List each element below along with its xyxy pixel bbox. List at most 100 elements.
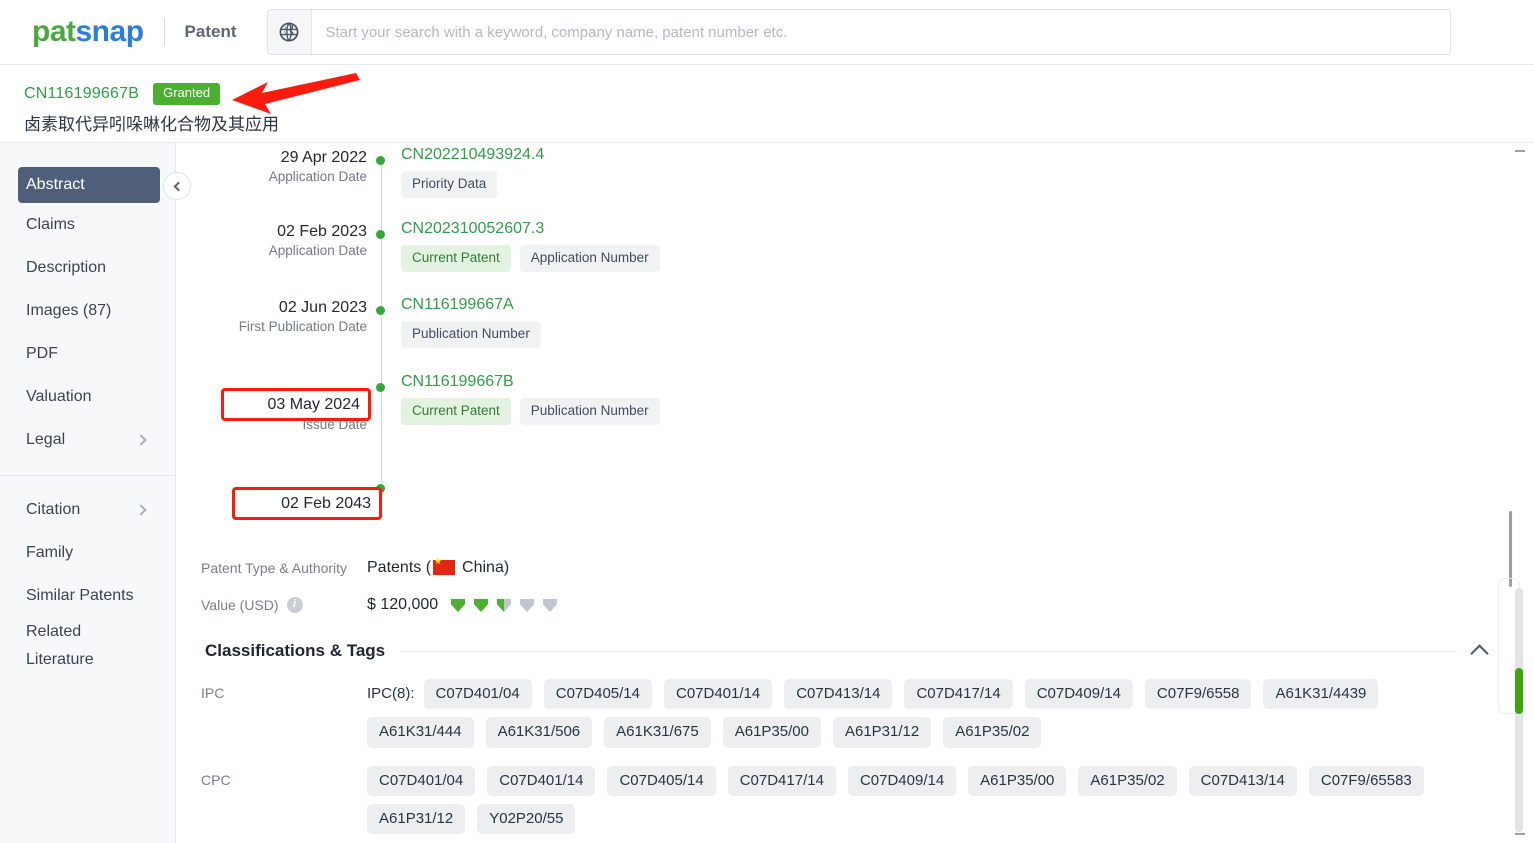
- ipc-tag[interactable]: A61P35/00: [722, 717, 821, 748]
- ipc-tag[interactable]: A61K31/444: [367, 717, 474, 748]
- sidebar-item-label: Description: [26, 258, 107, 276]
- cpc-row: CPC C07D401/04 C07D401/14 C07D405/14 C07…: [177, 765, 1534, 834]
- scroll-down-tick: [1515, 833, 1525, 835]
- cpc-tag[interactable]: C07D417/14: [727, 765, 836, 796]
- timeline-date: 02 Jun 2023: [278, 299, 367, 316]
- cpc-tag[interactable]: A61P31/12: [367, 803, 466, 834]
- patent-id-row: CN116199667B Granted: [24, 83, 221, 105]
- sidebar-item-label: Valuation: [26, 387, 92, 405]
- cpc-tag-list: C07D401/04 C07D401/14 C07D405/14 C07D417…: [367, 765, 1534, 834]
- section-divider: [401, 650, 1457, 652]
- sidebar-item-label: PDF: [26, 344, 58, 362]
- left-sidebar: Abstract Claims Description Images (87) …: [0, 143, 191, 843]
- timeline-date-block: 02 Feb 2023 Application Date: [177, 223, 367, 262]
- patent-type-prefix: Patents (: [367, 558, 432, 576]
- sidebar-item-description[interactable]: Description: [0, 246, 175, 289]
- cpc-tag[interactable]: C07F9/65583: [1308, 765, 1424, 796]
- chevron-right-icon: [135, 503, 147, 516]
- inner-scroll-indicator[interactable]: [1509, 511, 1512, 587]
- timeline-detail: CN202310052607.3 Current Patent Applicat…: [401, 220, 660, 273]
- main-content: 29 Apr 2022 Application Date CN202210493…: [177, 143, 1534, 843]
- timeline-chips: Priority Data: [401, 171, 544, 199]
- ipc-tag[interactable]: A61K31/675: [604, 717, 711, 748]
- sidebar-item-citation[interactable]: Citation: [0, 488, 175, 531]
- sidebar-item-label: Similar Patents: [26, 586, 134, 604]
- search-input[interactable]: [311, 23, 1450, 41]
- timeline-date: 02 Feb 2023: [277, 223, 367, 240]
- cpc-tag[interactable]: C07D401/04: [367, 765, 476, 796]
- ipc-tag[interactable]: A61K31/4439: [1263, 679, 1379, 710]
- sidebar-item-abstract[interactable]: Abstract: [18, 167, 160, 203]
- cpc-tag[interactable]: A61P35/02: [1078, 765, 1177, 796]
- cpc-tag[interactable]: C07D405/14: [607, 765, 716, 796]
- sidebar-item-label: Legal: [26, 430, 66, 448]
- ipc-tag[interactable]: A61K31/506: [485, 717, 593, 748]
- timeline-chip: Priority Data: [401, 171, 498, 199]
- cpc-tag[interactable]: C07D413/14: [1188, 765, 1297, 796]
- chevron-left-icon: [173, 181, 184, 191]
- ipc-tag[interactable]: C07D401/04: [423, 679, 532, 710]
- sidebar-item-legal[interactable]: Legal: [0, 418, 175, 461]
- sidebar-item-label: Citation: [26, 500, 81, 518]
- ipc-tag[interactable]: A61P35/02: [943, 717, 1042, 748]
- timeline-date-block: 02 Jun 2023 First Publication Date: [177, 299, 367, 338]
- page-scrollbar-thumb[interactable]: [1515, 668, 1523, 714]
- patent-publication-number[interactable]: CN116199667B: [24, 85, 139, 103]
- timeline-number-link[interactable]: CN116199667A: [401, 296, 541, 314]
- patent-meta: Patent Type & Authority Patents ( China …: [177, 549, 1534, 623]
- cpc-tag[interactable]: C07D401/14: [487, 765, 596, 796]
- timeline-date-label: First Publication Date: [238, 319, 367, 334]
- chevron-up-icon[interactable]: [1470, 644, 1489, 663]
- ipc-tag[interactable]: C07F9/6558: [1144, 679, 1252, 710]
- cpc-tag[interactable]: C07D409/14: [847, 765, 957, 796]
- sidebar-item-label-line1: Related: [26, 623, 82, 640]
- ipc-tag[interactable]: A61P31/12: [832, 717, 932, 748]
- timeline-chips: Publication Number: [401, 321, 541, 349]
- chevron-right-icon: [135, 433, 147, 446]
- ipc-tag[interactable]: C07D409/14: [1024, 679, 1133, 710]
- timeline-detail: CN116199667A Publication Number: [401, 296, 541, 349]
- ipc-tag[interactable]: C07D417/14: [904, 679, 1013, 710]
- cpc-label: CPC: [201, 771, 231, 788]
- sidebar-item-similar-patents[interactable]: Similar Patents: [0, 574, 175, 617]
- cpc-tag[interactable]: Y02P20/55: [477, 803, 576, 834]
- timeline-dot: [376, 383, 385, 392]
- timeline-date: 29 Apr 2022: [280, 149, 367, 166]
- sidebar-item-valuation[interactable]: Valuation: [0, 375, 175, 418]
- ipc-row: IPC IPC(8): C07D401/04 C07D405/14 C07D40…: [177, 679, 1534, 748]
- sidebar-item-images[interactable]: Images (87): [0, 289, 175, 332]
- patent-timeline: 29 Apr 2022 Application Date CN202210493…: [177, 146, 1534, 541]
- info-icon[interactable]: i: [286, 596, 303, 613]
- sidebar-item-claims[interactable]: Claims: [0, 203, 175, 246]
- timeline-detail: CN202210493924.4 Priority Data: [401, 146, 544, 199]
- timeline-row: 29 Apr 2022 Application Date CN202210493…: [177, 146, 1534, 223]
- meta-value-patent-type: Patents ( China ): [367, 557, 509, 577]
- timeline-dot: [376, 306, 385, 315]
- sidebar-item-label: Claims: [26, 215, 75, 233]
- meta-label-value-text: Value (USD): [201, 596, 279, 613]
- timeline-number-link[interactable]: CN202210493924.4: [401, 146, 544, 164]
- cpc-tag[interactable]: A61P35/00: [968, 765, 1067, 796]
- timeline-row: 03 May 2024 Publication Date, Issue Date…: [177, 373, 1534, 477]
- sidebar-item-family[interactable]: Family: [0, 531, 175, 574]
- module-title: Patent: [184, 22, 237, 41]
- timeline-number-link[interactable]: CN116199667B: [401, 373, 660, 391]
- patsnap-logo[interactable]: patsnap: [32, 17, 144, 47]
- sidebar-collapse-button[interactable]: [163, 172, 191, 200]
- global-search-bar[interactable]: [266, 9, 1451, 55]
- globe-icon[interactable]: [267, 10, 312, 54]
- ipc-tag[interactable]: C07D405/14: [543, 679, 652, 710]
- logo-text-snap: snap: [75, 15, 145, 48]
- sidebar-item-pdf[interactable]: PDF: [0, 332, 175, 375]
- scroll-up-tick: [1515, 150, 1525, 152]
- ipc-tag[interactable]: C07D413/14: [784, 679, 893, 710]
- timeline-date-label: Application Date: [268, 243, 367, 258]
- sidebar-item-related-literature[interactable]: Related Literature: [0, 617, 175, 675]
- logo-divider: [163, 18, 165, 46]
- ipc-tag[interactable]: C07D401/14: [663, 679, 773, 710]
- timeline-date-label: Application Date: [268, 169, 367, 184]
- timeline-dot: [376, 156, 385, 165]
- meta-row-value: Value (USD) i $ 120,000: [177, 586, 1534, 623]
- timeline-number-link[interactable]: CN202310052607.3: [401, 220, 660, 238]
- meta-row-patent-type: Patent Type & Authority Patents ( China …: [177, 549, 1534, 586]
